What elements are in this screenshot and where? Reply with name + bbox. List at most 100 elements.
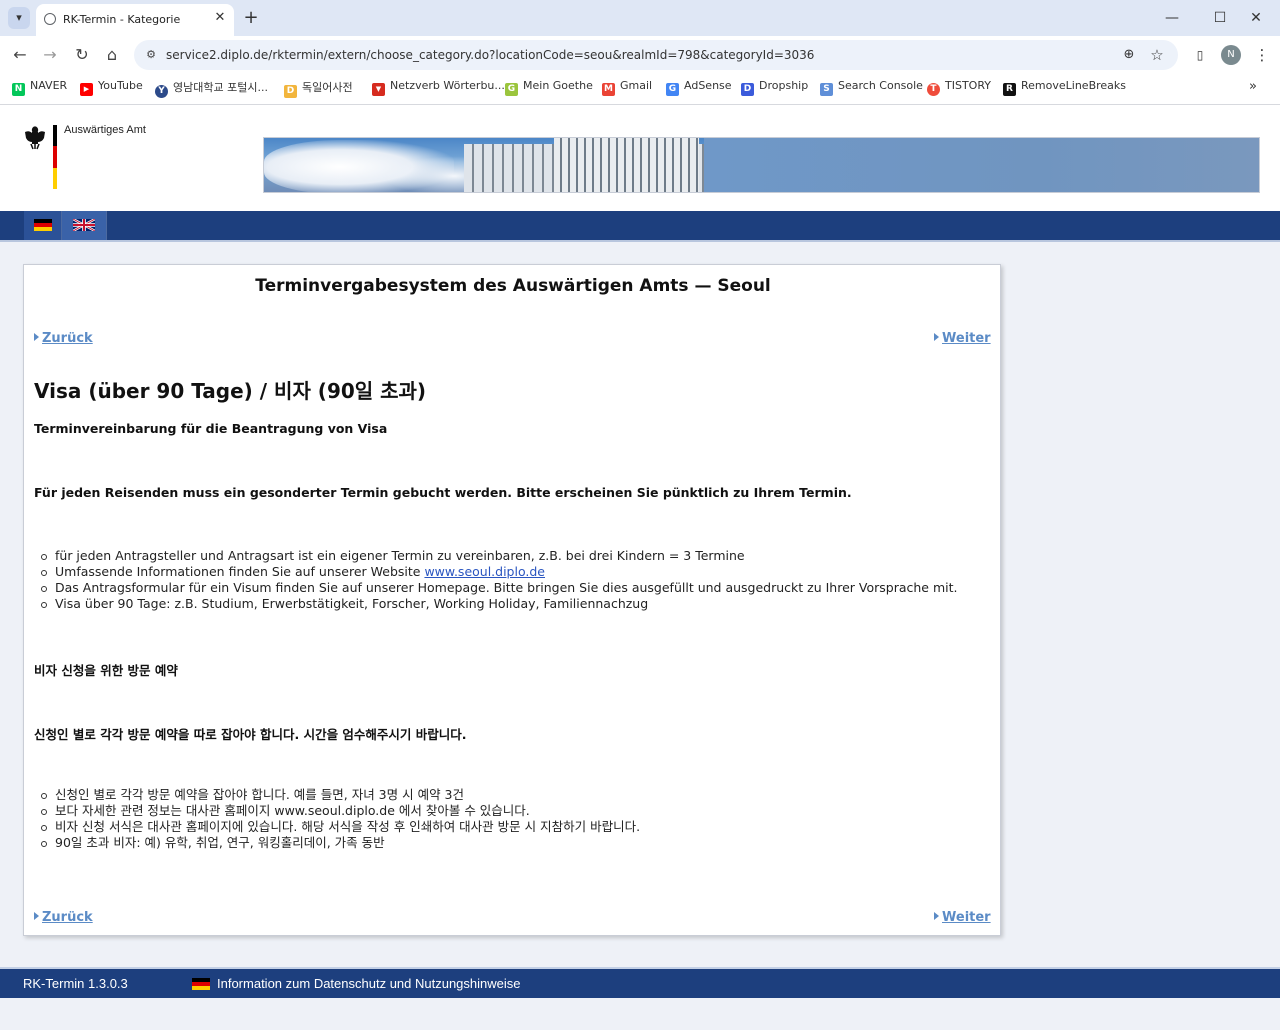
- list-item-text: Umfassende Informationen finden Sie auf …: [55, 564, 425, 579]
- maximize-icon[interactable]: ☐: [1208, 6, 1232, 30]
- dropship-icon: D: [741, 83, 754, 96]
- site-header: Auswärtiges Amt: [0, 105, 1280, 211]
- bookmark-gmail[interactable]: M Gmail: [602, 79, 653, 96]
- close-tab-icon[interactable]: ✕: [212, 10, 228, 26]
- bookmark-star-icon[interactable]: ☆: [1148, 46, 1166, 64]
- yeungnam-icon: Y: [155, 85, 168, 98]
- more-bookmarks-icon[interactable]: »: [1244, 78, 1262, 96]
- adsense-icon: G: [666, 83, 679, 96]
- close-window-icon[interactable]: ✕: [1244, 6, 1268, 30]
- page-title: Terminvergabesystem des Auswärtigen Amts…: [255, 276, 771, 296]
- browser-toolbar: ← → ↻ ⌂ ⚙ service2.diplo.de/rktermin/ext…: [0, 36, 1280, 74]
- app-version: RK-Termin 1.3.0.3: [23, 976, 128, 991]
- reload-icon[interactable]: ↻: [70, 43, 94, 67]
- bookmark-label: Dropship: [759, 79, 809, 92]
- bookmark-goethe[interactable]: G Mein Goethe: [505, 79, 593, 96]
- list-item: 보다 자세한 관련 정보는 대사관 홈페이지 www.seoul.diplo.d…: [40, 803, 640, 819]
- netzverb-icon: ▼: [372, 83, 385, 96]
- site-info-icon[interactable]: ⚙: [144, 48, 158, 62]
- bookmark-youtube[interactable]: ▶ YouTube: [80, 79, 143, 96]
- profile-avatar[interactable]: N: [1221, 45, 1241, 65]
- bookmarks-bar: N NAVER ▶ YouTube Y 영남대학교 포털시... D 독일어사전 ▼ Ne…: [0, 74, 1280, 100]
- new-tab-button[interactable]: +: [240, 7, 262, 29]
- youtube-icon: ▶: [80, 83, 93, 96]
- arrow-right-icon: [934, 912, 939, 920]
- tistory-icon: T: [927, 83, 940, 96]
- list-item: 비자 신청 서식은 대사관 홈페이지에 있습니다. 해당 서식을 작성 후 인쇄…: [40, 819, 641, 834]
- bookmark-search-console[interactable]: S Search Console: [820, 79, 923, 96]
- bookmark-label: Mein Goethe: [523, 79, 593, 92]
- arrow-right-icon: [934, 333, 939, 341]
- list-item: 90일 초과 비자: 예) 유학, 취업, 연구, 워킹홀리데이, 가족 동반: [40, 835, 640, 851]
- list-item: für jeden Antragsteller und Antragsart i…: [40, 548, 957, 564]
- next-link-top[interactable]: Weiter: [934, 331, 991, 346]
- arrow-right-icon: [34, 333, 39, 341]
- bookmark-label: Search Console: [838, 79, 923, 92]
- korean-notice: 신청인 별로 각각 방문 예약을 따로 잡아야 합니다. 시간을 엄수해주시기 …: [34, 727, 467, 742]
- back-link-label: Zurück: [42, 910, 93, 925]
- german-notice: Für jeden Reisenden muss ein gesonderter…: [34, 485, 852, 500]
- bookmark-naver[interactable]: N NAVER: [12, 79, 68, 96]
- german-flag-icon: [192, 978, 210, 990]
- back-link-bottom[interactable]: Zurück: [34, 910, 93, 925]
- privacy-info-link[interactable]: Information zum Datenschutz und Nutzungs…: [217, 976, 521, 991]
- agency-name: Auswärtiges Amt: [64, 124, 146, 136]
- next-link-label: Weiter: [942, 910, 991, 925]
- bookmark-adsense[interactable]: G AdSense: [666, 79, 732, 96]
- list-item: 신청인 별로 각각 방문 예약을 잡아야 합니다. 예를 들면, 자녀 3명 시…: [40, 787, 640, 803]
- address-bar[interactable]: ⚙ service2.diplo.de/rktermin/extern/choo…: [134, 40, 1178, 70]
- category-title: Visa (über 90 Tage) / 비자 (90일 초과): [34, 379, 427, 403]
- list-item: Umfassende Informationen finden Sie auf …: [40, 564, 957, 580]
- browser-menu-icon[interactable]: ⋮: [1252, 45, 1272, 65]
- tab-title: RK-Termin - Kategorie: [63, 13, 181, 26]
- bookmark-label: 영남대학교 포털시...: [173, 81, 268, 94]
- uk-flag-icon: [73, 219, 95, 231]
- back-link-label: Zurück: [42, 331, 93, 346]
- tab-strip: ▾ RK-Termin - Kategorie ✕ + — ☐ ✕: [0, 0, 1280, 36]
- bookmark-dictionary[interactable]: D 독일어사전: [284, 79, 353, 98]
- bookmark-netzverb[interactable]: ▼ Netzverb Wörterbu...: [372, 79, 505, 96]
- back-link-top[interactable]: Zurück: [34, 331, 93, 346]
- language-bar: [0, 211, 1280, 242]
- language-english-button[interactable]: [62, 211, 107, 240]
- german-flag-bar: [53, 125, 57, 189]
- german-flag-icon: [34, 219, 52, 231]
- bookmark-label: NAVER: [30, 79, 68, 92]
- bookmark-tistory[interactable]: T TISTORY: [927, 79, 991, 96]
- naver-icon: N: [12, 83, 25, 96]
- federal-eagle-icon: [25, 126, 45, 150]
- bookmark-label: AdSense: [684, 79, 732, 92]
- tab-search-button[interactable]: ▾: [8, 7, 30, 29]
- goethe-icon: G: [505, 83, 518, 96]
- bookmark-label: Gmail: [620, 79, 653, 92]
- bookmark-label: RemoveLineBreaks: [1021, 79, 1126, 92]
- embassy-website-link[interactable]: www.seoul.diplo.de: [424, 564, 545, 579]
- minimize-icon[interactable]: —: [1160, 6, 1184, 30]
- arrow-right-icon: [34, 912, 39, 920]
- next-link-bottom[interactable]: Weiter: [934, 910, 991, 925]
- bookmark-yeungnam[interactable]: Y 영남대학교 포털시...: [155, 79, 268, 98]
- list-item: Das Antragsformular für ein Visum finden…: [40, 580, 958, 595]
- bookmark-dropship[interactable]: D Dropship: [741, 79, 809, 96]
- bookmark-label: Netzverb Wörterbu...: [390, 79, 505, 92]
- search-console-icon: S: [820, 83, 833, 96]
- language-german-button[interactable]: [24, 211, 62, 240]
- gmail-icon: M: [602, 83, 615, 96]
- browser-chrome: ▾ RK-Termin - Kategorie ✕ + — ☐ ✕ ← → ↻ …: [0, 0, 1280, 105]
- bookmark-label: 독일어사전: [302, 81, 353, 94]
- active-tab[interactable]: RK-Termin - Kategorie ✕: [36, 4, 234, 36]
- korean-heading: 비자 신청을 위한 방문 예약: [34, 663, 178, 678]
- back-arrow-icon[interactable]: ←: [8, 43, 32, 67]
- german-info-list: für jeden Antragsteller und Antragsart i…: [34, 548, 957, 612]
- header-banner-image: [263, 137, 1260, 193]
- site-footer: RK-Termin 1.3.0.3 Information zum Datens…: [0, 967, 1280, 998]
- bookmark-removelinebreaks[interactable]: R RemoveLineBreaks: [1003, 79, 1126, 96]
- bookmark-label: YouTube: [98, 79, 143, 92]
- home-icon[interactable]: ⌂: [100, 43, 124, 67]
- korean-info-list: 신청인 별로 각각 방문 예약을 잡아야 합니다. 예를 들면, 자녀 3명 시…: [34, 787, 640, 851]
- side-panel-icon[interactable]: ▯: [1192, 47, 1208, 63]
- list-item: Visa über 90 Tage: z.B. Studium, Erwerbs…: [40, 596, 957, 612]
- url-text[interactable]: service2.diplo.de/rktermin/extern/choose…: [166, 48, 814, 62]
- zoom-icon[interactable]: ⊕: [1120, 46, 1138, 64]
- forward-arrow-icon[interactable]: →: [38, 43, 62, 67]
